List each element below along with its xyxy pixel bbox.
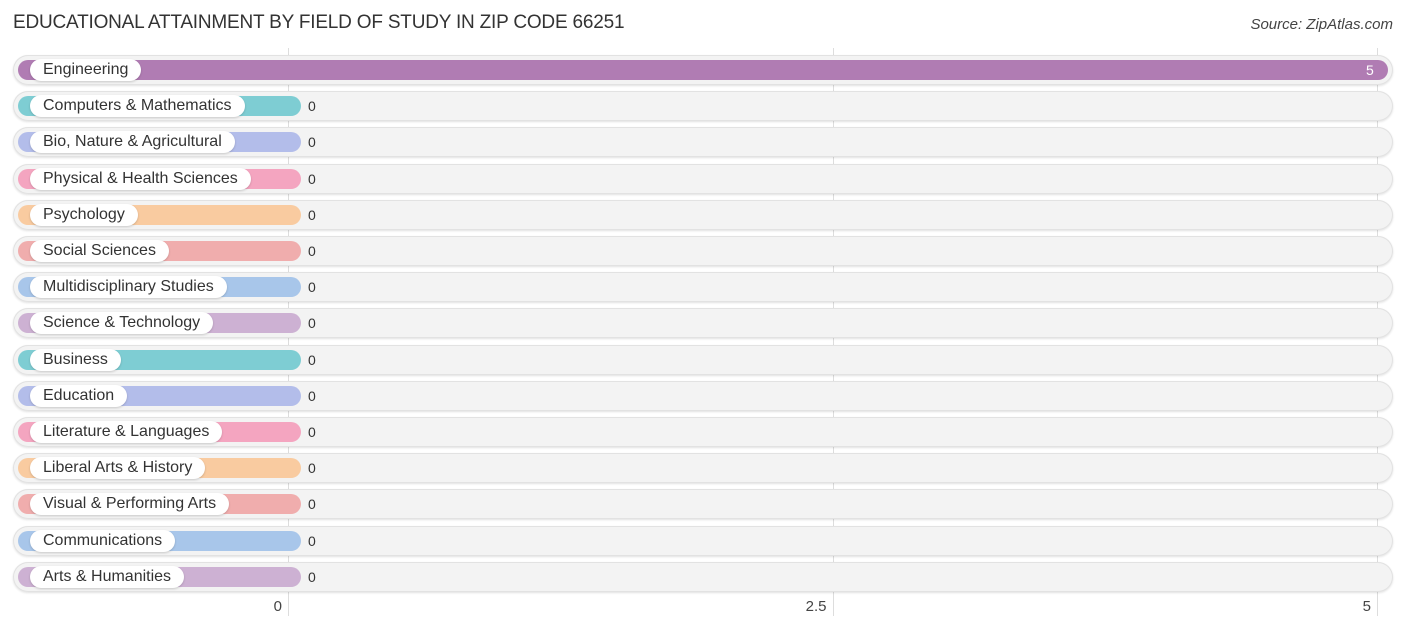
bar: [18, 60, 1388, 80]
category-label: Visual & Performing Arts: [30, 493, 230, 516]
category-label: Education: [30, 384, 128, 407]
value-label: 0: [308, 134, 316, 151]
category-label: Liberal Arts & History: [30, 457, 206, 480]
value-label: 0: [308, 315, 316, 332]
category-label: Arts & Humanities: [30, 565, 185, 588]
value-label: 0: [308, 424, 316, 440]
value-label: 0: [308, 170, 316, 187]
category-label: Psychology: [30, 203, 138, 226]
category-label: Multidisciplinary Studies: [30, 276, 227, 299]
value-label: 0: [308, 460, 316, 477]
x-tick-label: 0: [273, 598, 282, 615]
value-label: 0: [308, 279, 316, 296]
category-label: Bio, Nature & Agricultural: [30, 131, 235, 154]
category-label: Physical & Health Sciences: [30, 167, 251, 190]
category-label: Social Sciences: [30, 240, 169, 262]
value-label: 0: [308, 496, 316, 513]
value-label: 0: [308, 243, 316, 259]
category-label: Communications: [30, 529, 176, 552]
value-label: 5: [1366, 62, 1374, 78]
x-tick-label: 2.5: [805, 598, 827, 615]
chart-source: Source: ZipAtlas.com: [1250, 16, 1393, 33]
category-label: Business: [30, 348, 121, 371]
category-label: Computers & Mathematics: [30, 95, 245, 118]
value-label: 0: [308, 387, 316, 404]
value-label: 0: [308, 98, 316, 115]
chart-title: EDUCATIONAL ATTAINMENT BY FIELD OF STUDY…: [13, 12, 625, 33]
value-label: 0: [308, 351, 316, 368]
category-label: Science & Technology: [30, 312, 214, 335]
x-tick-label: 5: [1362, 598, 1371, 615]
value-label: 0: [308, 206, 316, 223]
value-label: 0: [308, 568, 316, 585]
category-label: Engineering: [30, 59, 142, 81]
category-label: Literature & Languages: [30, 421, 223, 443]
value-label: 0: [308, 532, 316, 549]
